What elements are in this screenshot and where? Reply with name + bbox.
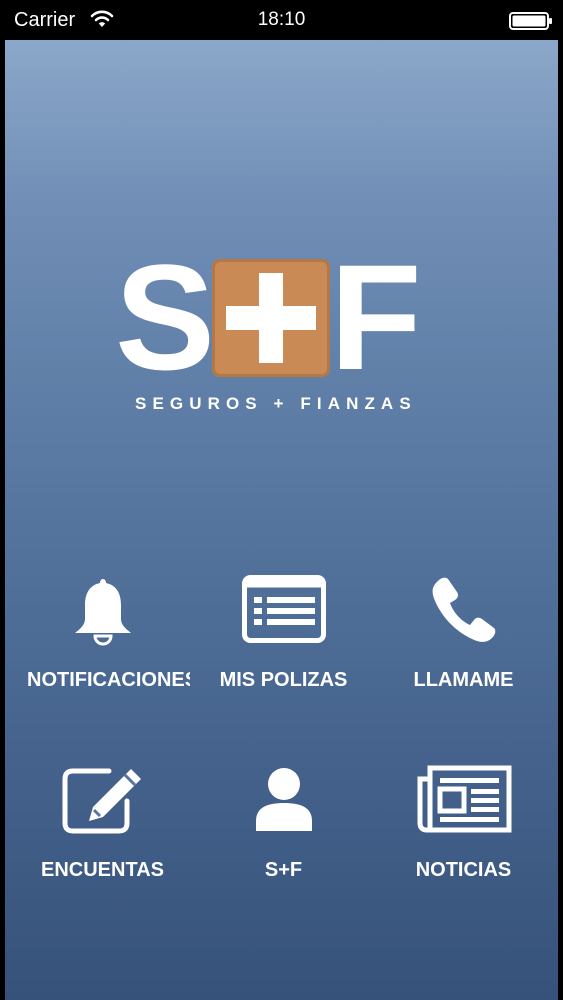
phone-icon (432, 577, 495, 642)
logo-letter-f: F (330, 233, 422, 401)
edit-icon (62, 768, 141, 834)
menu-label: LLAMAME (413, 669, 514, 691)
menu-label: NOTIFICACIONES (27, 669, 190, 691)
battery-icon (509, 12, 552, 30)
newspaper-icon (417, 765, 511, 833)
app-screen: Carrier 18:10 S F SEGUROS + FIANZAS NOTI… (0, 0, 563, 1000)
menu-item-mis-polizas[interactable]: MIS POLIZAS (196, 575, 371, 725)
menu-item-s-f[interactable]: S+F (196, 765, 371, 915)
menu-label: S+F (264, 859, 303, 881)
menu-item-encuentas[interactable]: ENCUENTAS (15, 765, 190, 915)
menu-label: ENCUENTAS (41, 859, 164, 881)
status-bar: Carrier 18:10 (0, 0, 563, 40)
logo-plus-icon (212, 259, 330, 377)
bell-icon (74, 579, 131, 646)
logo-tagline: SEGUROS + FIANZAS (135, 394, 417, 413)
menu-label: MIS POLIZAS (219, 669, 348, 691)
logo-letter-s: S (115, 233, 215, 401)
list-card-icon (241, 575, 326, 643)
menu-item-noticias[interactable]: NOTICIAS (376, 765, 551, 915)
menu-label: NOTICIAS (415, 859, 512, 881)
menu-item-llamame[interactable]: LLAMAME (376, 575, 551, 725)
clock: 18:10 (257, 9, 306, 30)
menu-item-notificaciones[interactable]: NOTIFICACIONES (15, 575, 190, 725)
brand-logo: S F SEGUROS + FIANZAS (115, 242, 422, 427)
user-icon (255, 768, 312, 831)
home-content: S F SEGUROS + FIANZAS NOTIFICACIONES MIS… (5, 40, 558, 1000)
